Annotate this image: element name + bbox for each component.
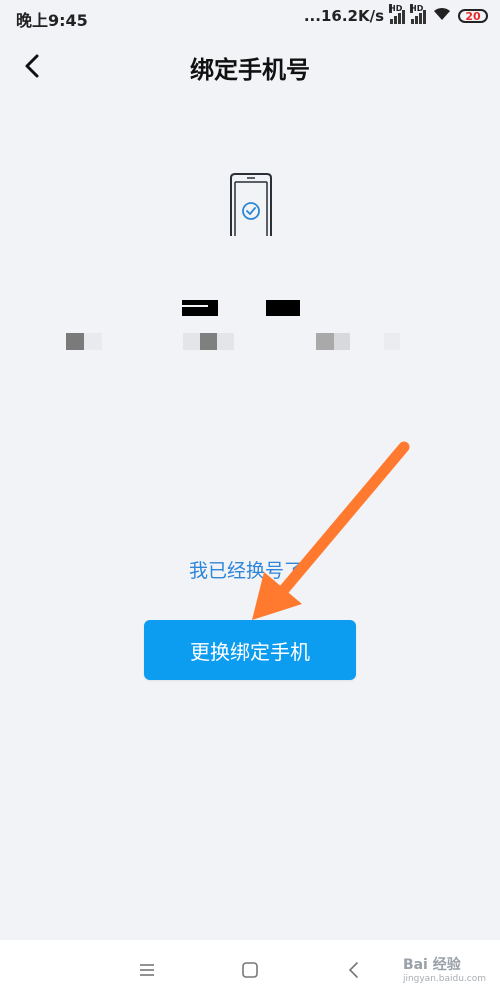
menu-icon: [140, 964, 154, 976]
status-time: 晚上9:45: [16, 11, 88, 30]
page-title: 绑定手机号: [190, 56, 310, 84]
hd-label: HD: [389, 4, 403, 13]
hd-label: HD: [410, 4, 424, 13]
phone-check-icon: [228, 172, 274, 240]
wifi-icon: [432, 6, 452, 26]
watermark-text: Bai 经验: [402, 957, 461, 973]
watermark: Bai 经验 jingyan.baidu.com: [403, 954, 486, 984]
menu-button[interactable]: [129, 952, 165, 988]
battery-icon: 20: [458, 9, 488, 23]
signal-icon: HD: [389, 4, 405, 24]
watermark-sub: jingyan.baidu.com: [402, 974, 486, 984]
home-button[interactable]: [232, 952, 268, 988]
redaction-block: [182, 300, 218, 316]
signal-icon: HD: [410, 4, 426, 24]
status-bar: 晚上9:45 ...16.2K/s HD HD 20: [0, 0, 500, 34]
nav-bar: 绑定手机号: [0, 38, 500, 94]
rebind-phone-button[interactable]: 更换绑定手机: [144, 620, 356, 680]
chevron-left-icon: [348, 962, 358, 978]
annotation-arrow: [252, 441, 410, 620]
status-right-group: ...16.2K/s HD HD 20: [303, 4, 488, 26]
network-speed: ...16.2K/s: [303, 7, 384, 25]
system-back-button[interactable]: [336, 952, 372, 988]
square-home-icon: [242, 962, 258, 978]
battery-level: 20: [465, 9, 481, 23]
masked-description: [0, 333, 500, 351]
masked-phone-number: [0, 300, 500, 318]
redaction-block: [266, 300, 300, 316]
changed-number-link[interactable]: 我已经换号了: [189, 556, 303, 583]
